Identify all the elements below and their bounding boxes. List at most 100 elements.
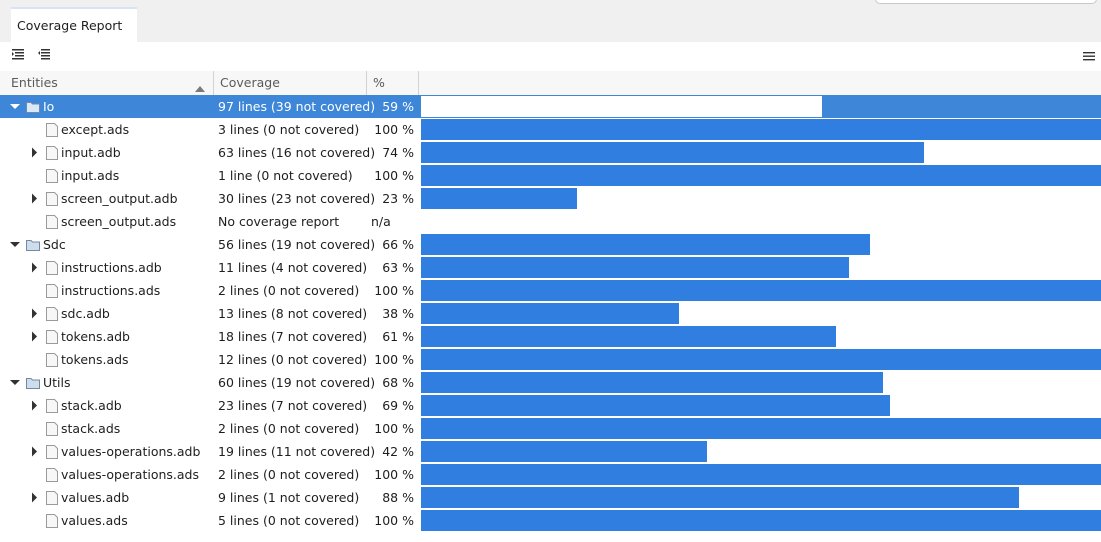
coverage-bar [421,349,1101,370]
coverage-bar [421,418,1101,439]
file-row[interactable]: instructions.ads 2 lines (0 not covered) 1… [0,279,1101,302]
coverage-bar-fill [421,303,679,324]
table-header: Entities Coverage % [0,71,1101,96]
column-header-entities[interactable]: Entities [4,71,213,95]
file-row[interactable]: input.ads 1 line (0 not covered) 100 % [0,164,1101,187]
coverage-bar-fill [421,326,836,347]
coverage-text: 2 lines (0 not covered) [218,421,360,436]
coverage-text: 97 lines (39 not covered) [218,99,376,114]
coverage-bar [421,188,1101,209]
file-icon [46,330,58,344]
entity-name: except.ads [61,122,130,137]
file-icon [46,307,58,321]
coverage-percent: 69 % [382,398,414,413]
coverage-bar-fill [421,441,707,462]
file-icon [46,192,58,206]
collapse-arrow-icon[interactable] [29,486,41,509]
file-row[interactable]: screen_output.adb 30 lines (23 not covere… [0,187,1101,210]
file-row[interactable]: values-operations.adb 19 lines (11 not co… [0,440,1101,463]
file-icon [46,284,58,298]
file-row[interactable]: values.adb 9 lines (1 not covered) 88 % [0,486,1101,509]
coverage-text: 56 lines (19 not covered) [218,237,376,252]
coverage-percent: 100 % [374,467,414,482]
entity-name: Utils [43,375,71,390]
column-header-coverage-label: Coverage [220,75,280,90]
file-row[interactable]: sdc.adb 13 lines (8 not covered) 38 % [0,302,1101,325]
entity-name: Io [43,99,55,114]
expand-all-icon[interactable] [11,48,25,62]
coverage-text: 11 lines (4 not covered) [218,260,368,275]
file-icon [46,146,58,160]
expand-arrow-icon[interactable] [10,95,22,118]
collapse-arrow-icon[interactable] [29,325,41,348]
entity-name: instructions.adb [61,260,162,275]
coverage-bar [421,395,1101,416]
file-row[interactable]: instructions.adb 11 lines (4 not covered)… [0,256,1101,279]
coverage-text: 5 lines (0 not covered) [218,513,360,528]
coverage-percent: 61 % [382,329,414,344]
folder-row[interactable]: Io 97 lines (39 not covered) 59 % [0,95,1101,118]
tab-coverage-report[interactable]: Coverage Report [11,7,137,42]
file-row[interactable]: screen_output.ads No coverage report n/a [0,210,1101,233]
column-header-entities-label: Entities [11,75,58,90]
entity-name: stack.ads [61,421,121,436]
coverage-bar-fill [421,464,1101,485]
coverage-bar [421,165,1101,186]
collapse-arrow-icon[interactable] [29,187,41,210]
coverage-bar-fill [421,280,1101,301]
coverage-bar-fill [421,418,1101,439]
column-separator[interactable] [418,71,419,95]
expand-arrow-icon[interactable] [10,233,22,256]
coverage-bar-fill [421,96,822,117]
coverage-text: 1 line (0 not covered) [218,168,353,183]
entity-name: tokens.ads [61,352,129,367]
file-row[interactable]: tokens.adb 18 lines (7 not covered) 61 % [0,325,1101,348]
coverage-bar [421,372,1101,393]
collapse-arrow-icon[interactable] [29,141,41,164]
collapse-arrow-icon[interactable] [29,440,41,463]
coverage-percent: 100 % [374,168,414,183]
file-row[interactable]: values-operations.ads 2 lines (0 not cove… [0,463,1101,486]
coverage-bar [421,119,1101,140]
file-icon [46,445,58,459]
coverage-percent: 23 % [382,191,414,206]
file-row[interactable]: stack.adb 23 lines (7 not covered) 69 % [0,394,1101,417]
coverage-text: 18 lines (7 not covered) [218,329,368,344]
collapse-arrow-icon[interactable] [29,302,41,325]
entity-name: values.adb [61,490,130,505]
column-header-percent[interactable]: % [366,71,418,95]
coverage-percent: 88 % [382,490,414,505]
entity-name: values-operations.adb [61,444,201,459]
entity-name: stack.adb [61,398,122,413]
coverage-bar-fill [421,349,1101,370]
coverage-bar [421,510,1101,531]
coverage-percent: 38 % [382,306,414,321]
expand-arrow-icon[interactable] [10,371,22,394]
coverage-text: 63 lines (16 not covered) [218,145,376,160]
coverage-bar-fill [421,487,1019,508]
file-icon [46,261,58,275]
folder-row[interactable]: Utils 60 lines (19 not covered) 68 % [0,371,1101,394]
coverage-text: 19 lines (11 not covered) [218,444,376,459]
coverage-percent: 59 % [382,99,414,114]
file-row[interactable]: stack.ads 2 lines (0 not covered) 100 % [0,417,1101,440]
coverage-bar [421,96,1101,117]
file-row[interactable]: input.adb 63 lines (16 not covered) 74 % [0,141,1101,164]
coverage-bar-fill [421,188,577,209]
column-header-coverage[interactable]: Coverage [213,71,366,95]
entity-name: values-operations.ads [61,467,200,482]
search-field[interactable] [875,0,1097,4]
coverage-percent: 100 % [374,513,414,528]
collapse-all-icon[interactable] [37,48,51,62]
entity-name: values.ads [61,513,128,528]
collapse-arrow-icon[interactable] [29,394,41,417]
folder-row[interactable]: Sdc 56 lines (19 not covered) 66 % [0,233,1101,256]
file-row[interactable]: values.ads 5 lines (0 not covered) 100 % [0,509,1101,532]
collapse-arrow-icon[interactable] [29,256,41,279]
coverage-bar [421,464,1101,485]
coverage-bar-fill [421,510,1101,531]
file-icon [46,169,58,183]
hamburger-menu-icon[interactable] [1083,50,1095,62]
file-row[interactable]: except.ads 3 lines (0 not covered) 100 % [0,118,1101,141]
file-row[interactable]: tokens.ads 12 lines (0 not covered) 100 % [0,348,1101,371]
